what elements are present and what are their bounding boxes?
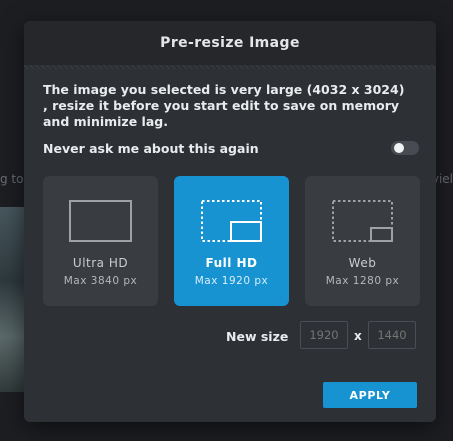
web-frame-icon — [332, 200, 393, 242]
width-input[interactable] — [300, 321, 348, 349]
dialog-title: Pre-resize Image — [160, 35, 300, 51]
never-ask-label: Never ask me about this again — [43, 140, 259, 156]
option-label: Full HD — [205, 256, 258, 270]
never-ask-toggle[interactable] — [391, 141, 419, 155]
full-hd-frame-icon — [201, 200, 262, 242]
new-size-row: New size x — [24, 321, 418, 351]
size-separator: x — [354, 329, 362, 343]
option-max-size: Max 1920 px — [194, 275, 269, 287]
option-full-hd[interactable]: Full HD Max 1920 px — [174, 176, 289, 306]
option-max-size: Max 3840 px — [63, 275, 138, 287]
option-ultra-hd[interactable]: Ultra HD Max 3840 px — [43, 176, 158, 306]
apply-button[interactable]: APPLY — [323, 382, 417, 408]
size-options: Ultra HD Max 3840 px Full HD Max 1920 px… — [43, 176, 420, 306]
toggle-knob — [394, 143, 404, 153]
new-size-label: New size — [226, 329, 289, 344]
never-ask-row: Never ask me about this again — [43, 139, 419, 157]
option-label: Web — [348, 256, 377, 270]
option-web[interactable]: Web Max 1280 px — [305, 176, 420, 306]
option-label: Ultra HD — [72, 256, 129, 270]
height-input[interactable] — [368, 321, 416, 349]
dialog-message: The image you selected is very large (40… — [43, 82, 405, 129]
dialog-header: Pre-resize Image — [24, 21, 436, 69]
option-max-size: Max 1280 px — [325, 275, 400, 287]
pre-resize-dialog: Pre-resize Image The image you selected … — [24, 21, 436, 422]
background-text-left: g to — [0, 172, 24, 186]
ultra-hd-frame-icon — [69, 200, 132, 242]
